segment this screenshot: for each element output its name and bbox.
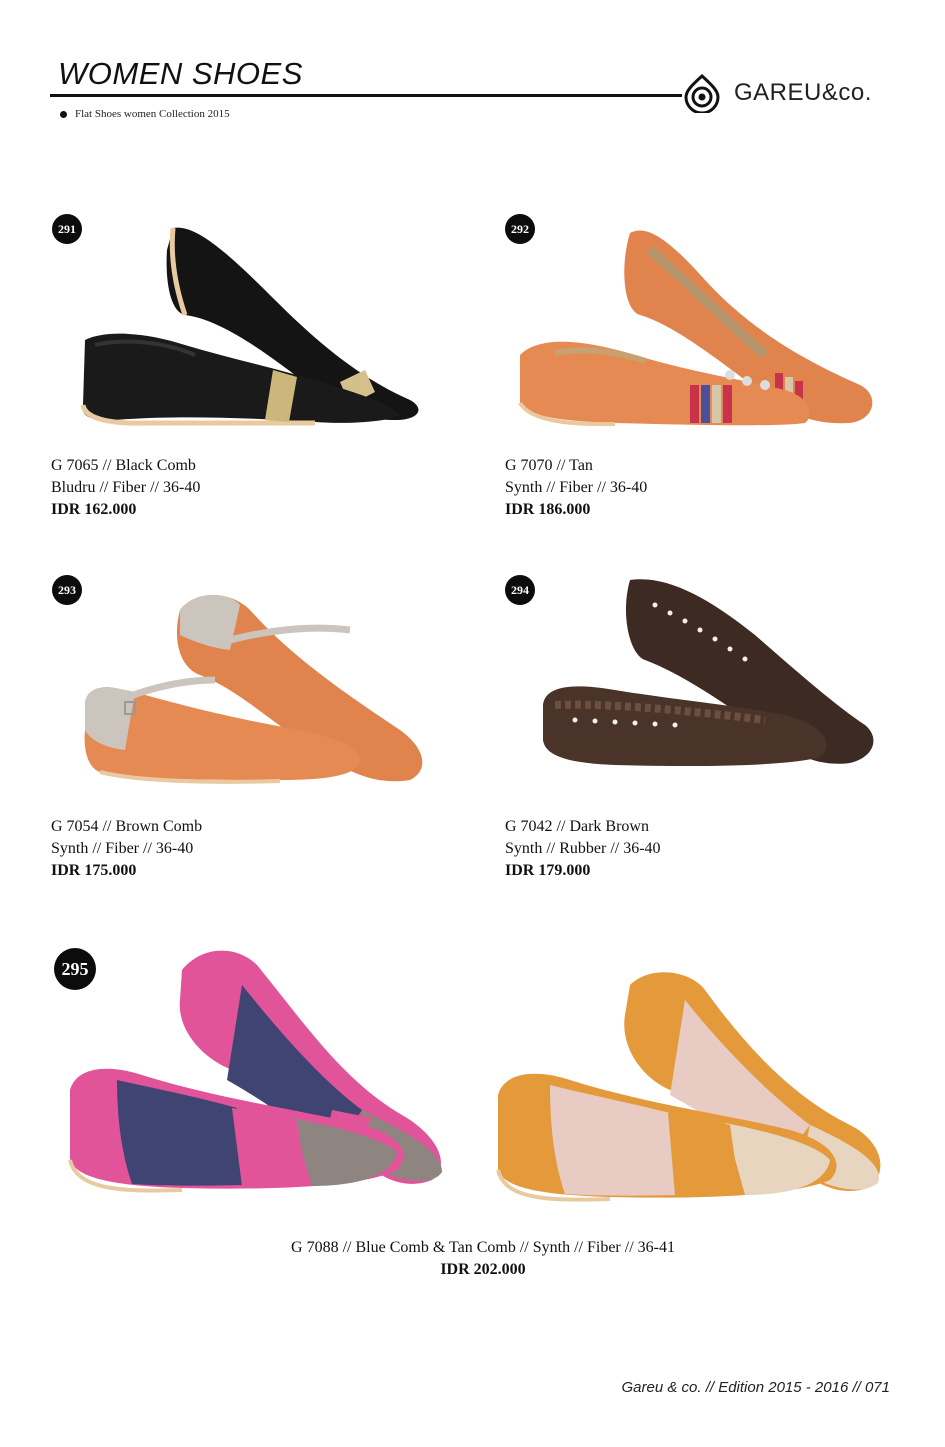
product-caption: G 7070 // Tan Synth // Fiber // 36-40 ID… [505,455,647,521]
product-spec: G 7042 // Dark Brown [505,818,649,835]
shoe-image-g7065 [80,227,419,426]
product-caption: G 7054 // Brown Comb Synth // Fiber // 3… [51,816,202,882]
shoe-image-g7088-blue [68,950,442,1193]
product-material: Synth // Rubber // 36-40 [505,840,661,857]
product-caption: G 7042 // Dark Brown Synth // Rubber // … [505,816,661,882]
brand-logo: GAREU&co. [682,73,872,113]
page-footer: Gareu & co. // Edition 2015 - 2016 // 07… [621,1379,890,1396]
product-material: Synth // Fiber // 36-40 [51,840,194,857]
product-number-badge: 294 [505,575,535,605]
product-spec: G 7088 // Blue Comb & Tan Comb // Synth … [291,1239,675,1256]
bullet-icon [60,110,67,118]
shoe-image-g7042 [543,579,874,767]
product-caption: G 7088 // Blue Comb & Tan Comb // Synth … [0,1237,945,1281]
product-price: IDR 175.000 [51,862,137,879]
shoe-image-g7088-tan [496,972,881,1202]
product-caption: G 7065 // Black Comb Bludru // Fiber // … [51,455,200,521]
shoe-image-g7070 [518,230,873,427]
title-divider [50,94,682,97]
product-price: IDR 202.000 [440,1261,526,1278]
subtitle-text: Flat Shoes women Collection 2015 [75,108,230,120]
shoe-image-g7054 [84,595,423,784]
page-title: WOMEN SHOES [58,56,303,91]
product-spec: G 7054 // Brown Comb [51,818,203,835]
product-material: Synth // Fiber // 36-40 [505,479,648,496]
collection-subtitle: Flat Shoes women Collection 2015 [60,108,230,120]
product-material: Bludru // Fiber // 36-40 [51,479,201,496]
product-price: IDR 162.000 [51,501,137,518]
swirl-logo-icon [684,73,720,113]
product-spec: G 7070 // Tan [505,457,593,474]
product-number-badge: 293 [52,575,82,605]
product-price: IDR 186.000 [505,501,591,518]
brand-name: GAREU&co. [734,79,872,106]
product-spec: G 7065 // Black Comb [51,457,196,474]
product-price: IDR 179.000 [505,862,591,879]
